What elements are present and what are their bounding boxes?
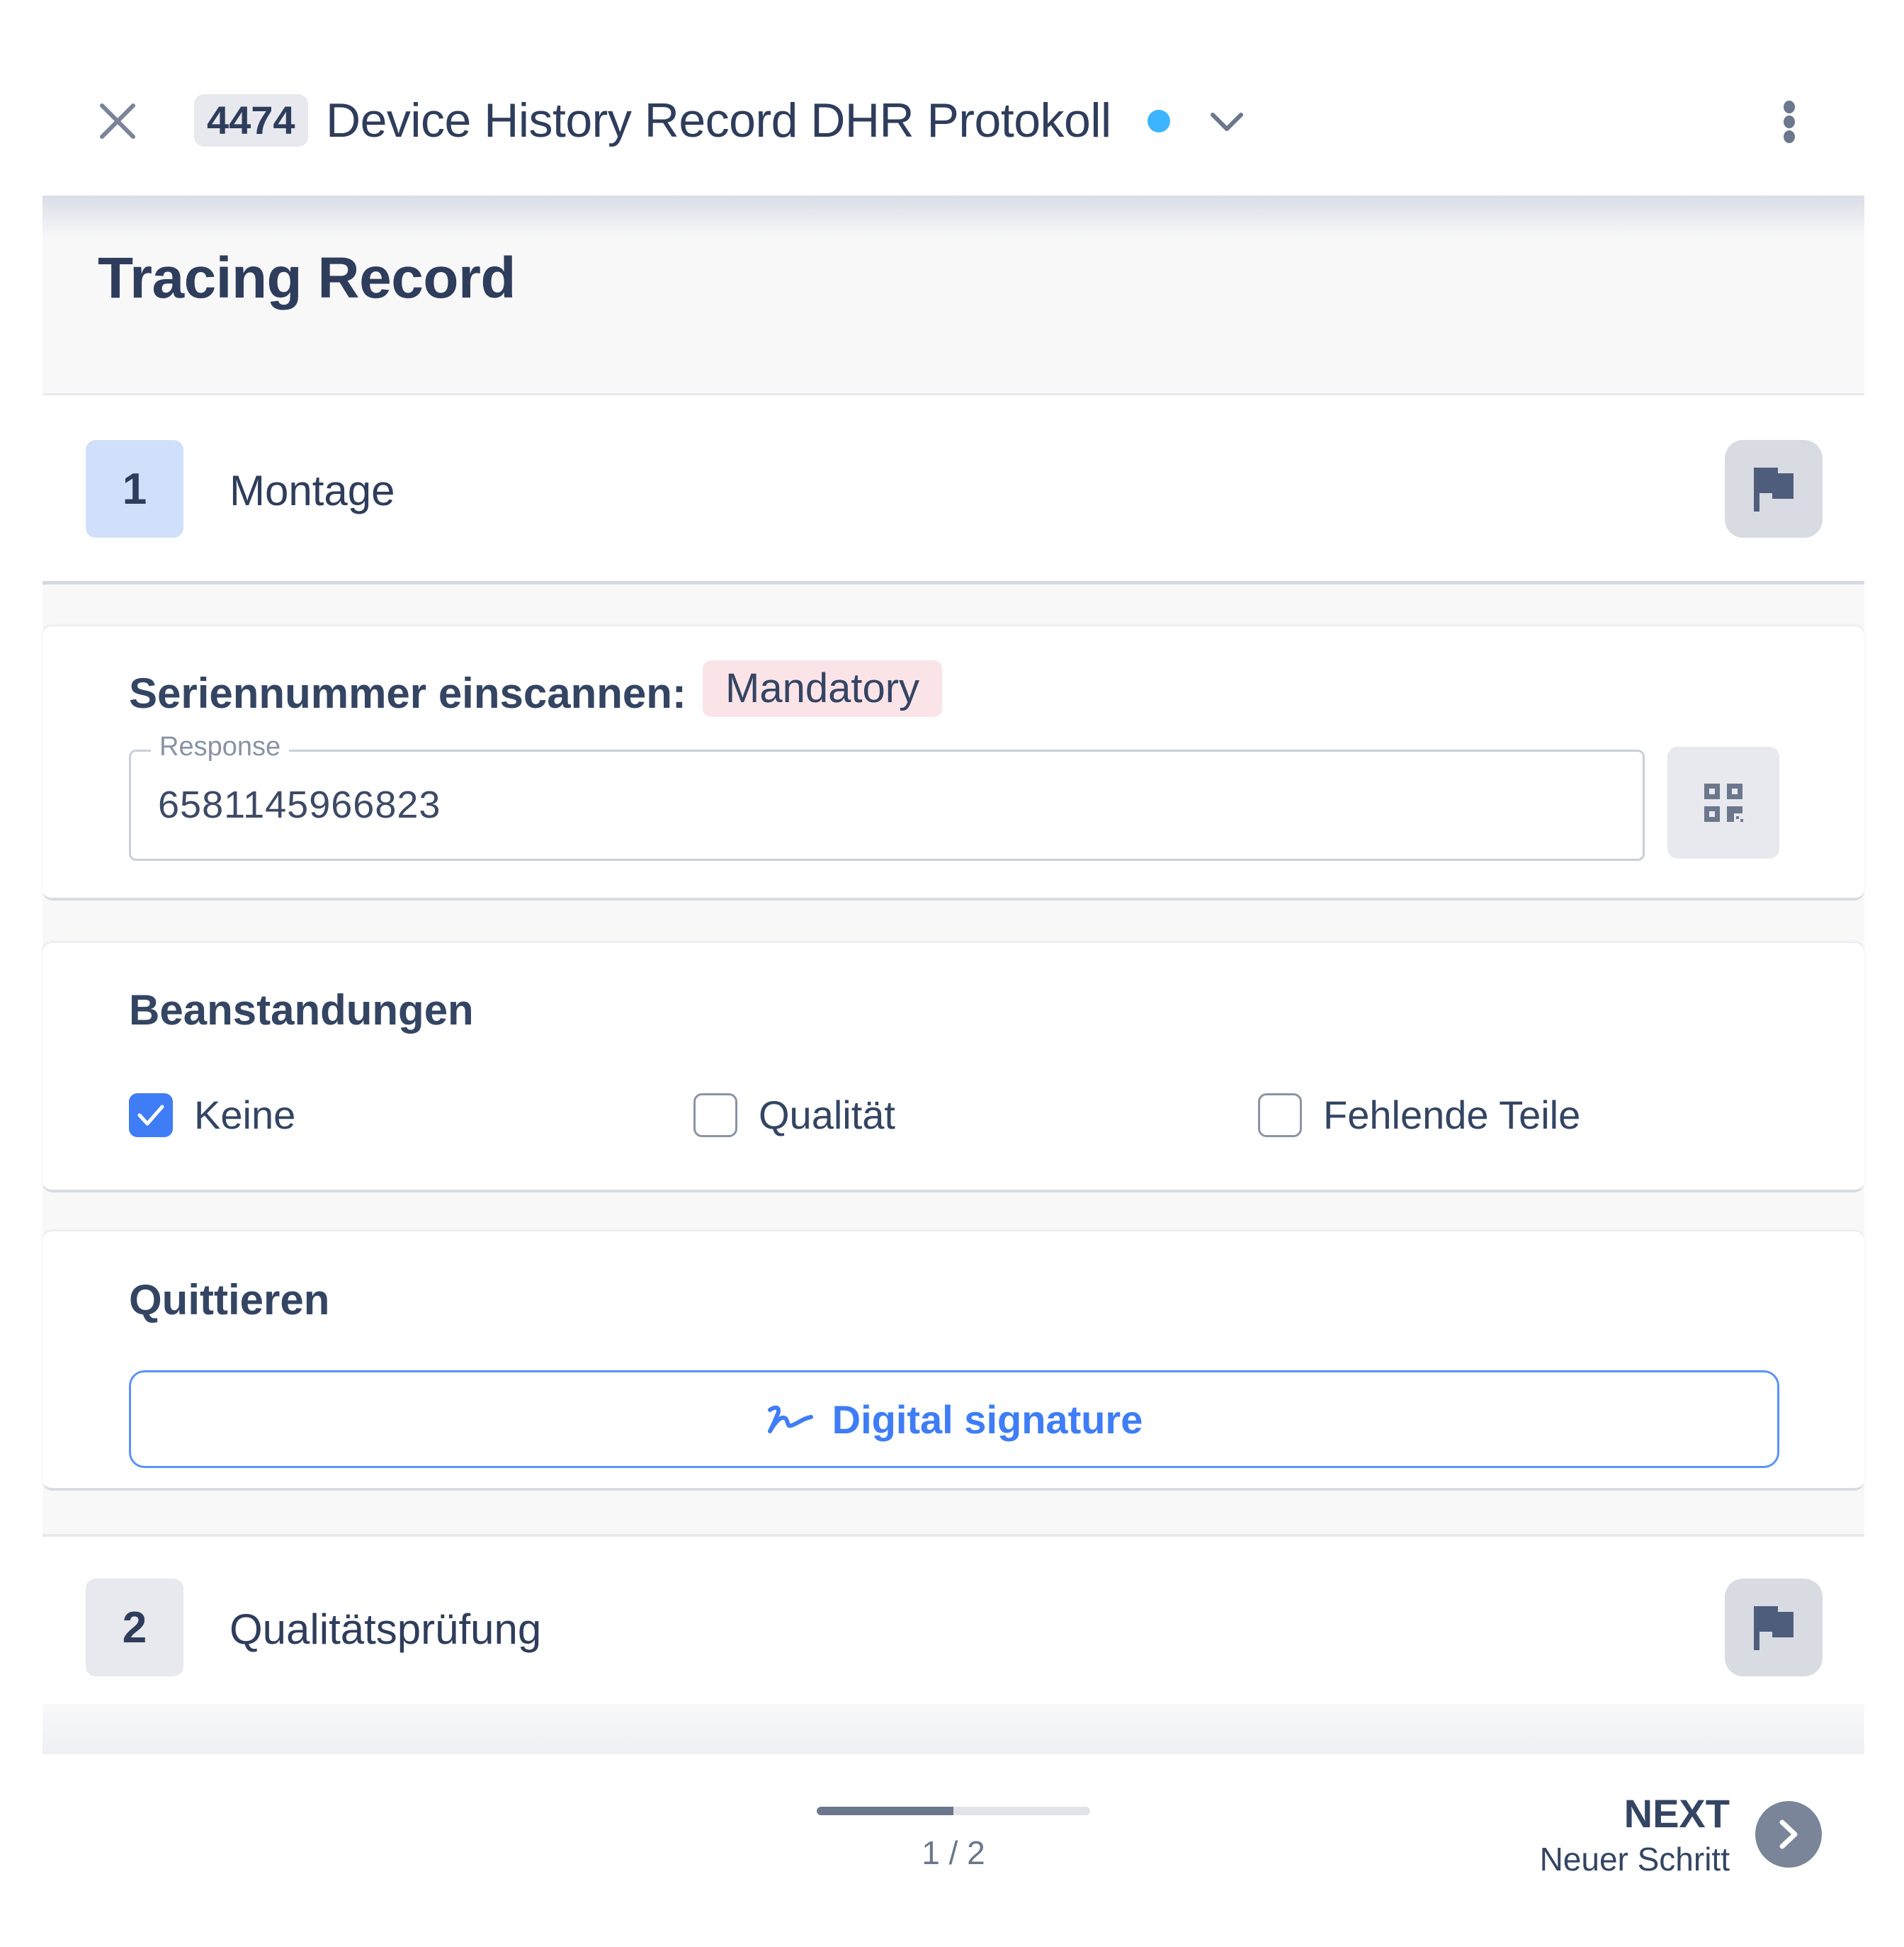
checkbox-label: Keine	[194, 1093, 296, 1137]
serial-number-input[interactable]	[158, 783, 1575, 827]
complaints-options: Keine Qualität Fehlende Teile	[129, 1092, 1758, 1141]
step-number: 2	[86, 1579, 183, 1676]
qr-code-icon	[1704, 784, 1743, 822]
document-title: Device History Record DHR Protokoll	[326, 94, 1111, 147]
kebab-dot	[1784, 101, 1795, 113]
next-label: NEXT	[1624, 1791, 1730, 1836]
record-content: Tracing Record 1 Montage Seriennummer ei…	[42, 196, 1864, 1754]
response-legend: Response	[151, 732, 290, 762]
kebab-dot	[1784, 130, 1795, 143]
digital-signature-button[interactable]: Digital signature	[129, 1370, 1779, 1468]
acknowledge-card: Quittieren Digital signature	[42, 1231, 1864, 1491]
step-name: Montage	[230, 467, 395, 514]
step-progress-bar	[817, 1807, 1090, 1815]
step-progress-fill	[817, 1807, 953, 1815]
checkbox-qualitaet[interactable]: Qualität	[693, 1092, 895, 1138]
complaints-card: Beanstandungen Keine Qualität Fehlende T…	[42, 943, 1864, 1192]
expand-title-button[interactable]	[1204, 99, 1250, 145]
flag-icon	[1754, 1606, 1794, 1650]
mandatory-badge: Mandatory	[703, 660, 943, 717]
more-options-button[interactable]	[1764, 92, 1815, 152]
kebab-dot	[1784, 115, 1795, 128]
flag-step-button[interactable]	[1725, 1579, 1823, 1676]
chevron-down-icon	[1211, 113, 1243, 131]
page-count: 1 / 2	[922, 1834, 985, 1871]
step-header-2[interactable]: 2 Qualitätsprüfung	[42, 1534, 1864, 1704]
chevron-right-icon	[1779, 1819, 1798, 1849]
top-bar: 4474 Device History Record DHR Protokoll	[0, 0, 1904, 196]
status-dot	[1148, 110, 1170, 132]
flag-icon	[1754, 468, 1794, 512]
acknowledge-label: Quittieren	[129, 1276, 330, 1324]
flag-step-button[interactable]	[1725, 440, 1823, 538]
checkbox-label: Fehlende Teile	[1323, 1093, 1581, 1137]
next-step-link[interactable]: NEXT Neuer Schritt	[1540, 1790, 1730, 1880]
signature-icon	[767, 1405, 813, 1433]
close-button[interactable]	[92, 96, 143, 147]
scan-qr-button[interactable]	[1667, 747, 1779, 859]
checkbox-unchecked[interactable]	[1258, 1093, 1302, 1137]
checkbox-checked[interactable]	[129, 1093, 173, 1137]
step-navigation-footer: 1 / 2 NEXT Neuer Schritt	[0, 1754, 1904, 1947]
section-title: Tracing Record	[98, 246, 516, 310]
record-id-badge: 4474	[194, 94, 308, 147]
close-icon	[100, 103, 135, 139]
complaints-label: Beanstandungen	[129, 986, 474, 1034]
response-field[interactable]: Response	[129, 732, 1645, 861]
serial-number-label: Seriennummer einscannen:	[129, 670, 686, 717]
next-sublabel: Neuer Schritt	[1539, 1841, 1730, 1878]
checkmark-icon	[137, 1105, 164, 1125]
step-number: 1	[86, 440, 183, 538]
serial-number-card: Seriennummer einscannen: Mandatory Respo…	[42, 626, 1864, 901]
step-header-1[interactable]: 1 Montage	[42, 393, 1864, 585]
checkbox-unchecked[interactable]	[693, 1093, 737, 1137]
checkbox-fehlende-teile[interactable]: Fehlende Teile	[1258, 1092, 1580, 1138]
next-step-button[interactable]	[1755, 1801, 1822, 1868]
digital-signature-label: Digital signature	[832, 1396, 1143, 1442]
content-fade	[42, 1704, 1864, 1754]
step-name: Qualitätsprüfung	[230, 1605, 542, 1653]
checkbox-keine[interactable]: Keine	[129, 1092, 295, 1138]
checkbox-label: Qualität	[759, 1093, 895, 1137]
